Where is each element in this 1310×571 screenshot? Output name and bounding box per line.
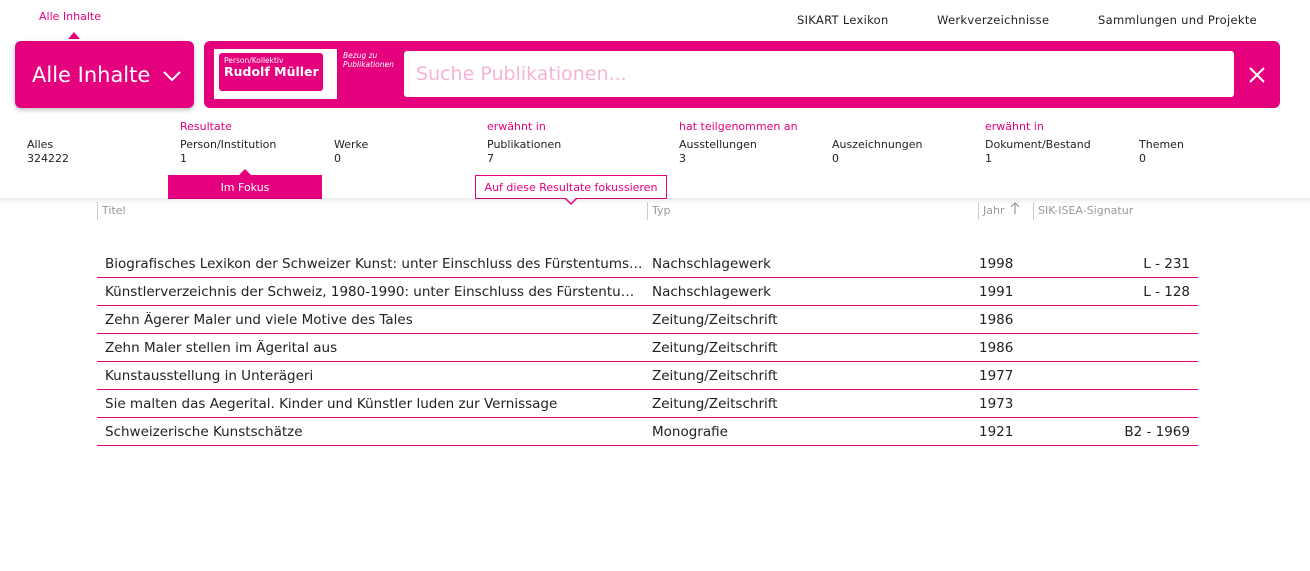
row-title: Biografisches Lexikon der Schweizer Kuns…	[105, 256, 645, 272]
bezug-label: Bezug zu Publikationen	[343, 51, 394, 69]
im-fokus-label: Im Fokus	[220, 180, 270, 194]
scope-dropdown-button[interactable]: Alle Inhalte	[15, 41, 194, 108]
tab-indicator	[68, 32, 80, 39]
focus-results-label: Auf diese Resultate fokussieren	[484, 180, 658, 194]
row-type: Nachschlagewerk	[652, 256, 771, 272]
filter-chip-person[interactable]: Person/Kollektiv Rudolf Müller	[219, 53, 323, 91]
search-input[interactable]	[404, 51, 1234, 97]
row-signature: B2 - 1969	[1124, 424, 1190, 440]
category-name: Person/Institution	[180, 138, 277, 151]
row-type: Monografie	[652, 424, 728, 440]
table-row[interactable]: Sie malten das Aegerital. Kinder und Kün…	[97, 390, 1198, 418]
row-title: Sie malten das Aegerital. Kinder und Kün…	[105, 396, 558, 412]
category-themen[interactable]: Themen 0	[1139, 119, 1184, 166]
close-icon[interactable]	[1247, 65, 1267, 85]
row-title: Künstlerverzeichnis der Schweiz, 1980-19…	[105, 284, 645, 300]
column-header-signature[interactable]: SIK-ISEA-Signatur	[1033, 202, 1198, 220]
tab-alle-inhalte[interactable]: Alle Inhalte	[39, 10, 101, 39]
table-row[interactable]: Biografisches Lexikon der Schweizer Kuns…	[97, 250, 1198, 278]
category-relation	[334, 119, 368, 135]
category-alles[interactable]: Alles 324222	[27, 119, 69, 166]
category-werke[interactable]: Werke 0	[334, 119, 368, 166]
row-title: Kunstausstellung in Unterägeri	[105, 368, 314, 384]
row-signature: L - 128	[1143, 284, 1190, 300]
row-title: Zehn Maler stellen im Ägerital aus	[105, 340, 338, 356]
category-name: Auszeichnungen	[832, 138, 923, 151]
row-year: 1986	[979, 340, 1014, 356]
category-auszeichnungen[interactable]: Auszeichnungen 0	[832, 119, 922, 166]
category-count: 3	[679, 152, 686, 165]
chevron-down-icon	[162, 63, 182, 87]
category-relation: erwähnt in	[985, 120, 1044, 133]
tab-label: Alle Inhalte	[39, 10, 101, 23]
category-relation: hat teilgenommen an	[679, 120, 798, 133]
row-year: 1973	[979, 396, 1014, 412]
table-row[interactable]: Kunstausstellung in Unterägeri Zeitung/Z…	[97, 362, 1198, 390]
nav-werkverzeichnisse[interactable]: Werkverzeichnisse	[937, 13, 1049, 27]
search-bar: Person/Kollektiv Rudolf Müller Bezug zu …	[204, 41, 1280, 108]
category-ausstellungen[interactable]: hat teilgenommen an Ausstellungen 3	[679, 119, 798, 166]
row-type: Zeitung/Zeitschrift	[652, 396, 778, 412]
category-publikationen[interactable]: erwähnt in Publikationen 7	[487, 119, 561, 166]
category-relation	[1139, 119, 1184, 135]
row-year: 1977	[979, 368, 1014, 384]
im-fokus-tab[interactable]: Im Fokus	[168, 169, 322, 199]
focus-results-button[interactable]: Auf diese Resultate fokussieren	[475, 175, 667, 205]
scope-label: Alle Inhalte	[32, 62, 151, 87]
row-year: 1921	[979, 424, 1014, 440]
row-year: 1986	[979, 312, 1014, 328]
table-row[interactable]: Zehn Maler stellen im Ägerital aus Zeitu…	[97, 334, 1198, 362]
row-year: 1998	[979, 256, 1014, 272]
category-count: 324222	[27, 152, 69, 165]
row-year: 1991	[979, 284, 1014, 300]
table-row[interactable]: Zehn Ägerer Maler und viele Motive des T…	[97, 306, 1198, 334]
row-type: Nachschlagewerk	[652, 284, 771, 300]
row-type: Zeitung/Zeitschrift	[652, 368, 778, 384]
table-row[interactable]: Künstlerverzeichnis der Schweiz, 1980-19…	[97, 278, 1198, 306]
filter-chip-name: Rudolf Müller	[224, 64, 319, 79]
focus-tab-indicator	[239, 169, 251, 175]
filter-chip-container: Person/Kollektiv Rudolf Müller	[214, 49, 337, 99]
nav-sammlungen-und-projekte[interactable]: Sammlungen und Projekte	[1098, 13, 1257, 27]
nav-sikart-lexikon[interactable]: SIKART Lexikon	[797, 13, 889, 27]
category-relation	[832, 119, 922, 135]
row-signature: L - 231	[1143, 256, 1190, 272]
row-type: Zeitung/Zeitschrift	[652, 312, 778, 328]
category-count: 0	[1139, 152, 1146, 165]
row-type: Zeitung/Zeitschrift	[652, 340, 778, 356]
category-dokument-bestand[interactable]: erwähnt in Dokument/Bestand 1	[985, 119, 1091, 166]
category-name: Publikationen	[487, 138, 562, 151]
row-title: Zehn Ägerer Maler und viele Motive des T…	[105, 312, 413, 328]
category-relation	[27, 119, 69, 135]
column-header-title-label: Titel	[102, 204, 126, 217]
category-name: Themen	[1139, 138, 1184, 151]
category-person-institution[interactable]: Resultate Person/Institution 1	[180, 119, 276, 166]
column-header-title[interactable]: Titel	[97, 202, 648, 220]
table-row[interactable]: Schweizerische Kunstschätze Monografie 1…	[97, 418, 1198, 446]
category-relation: Resultate	[180, 120, 232, 133]
column-header-year-label: Jahr	[983, 204, 1005, 217]
sort-ascending-icon	[1010, 202, 1020, 220]
category-name: Alles	[27, 138, 54, 151]
category-count: 0	[832, 152, 839, 165]
column-header-year[interactable]: Jahr	[978, 202, 1033, 220]
column-header-type-label: Typ	[652, 204, 671, 217]
results-table: Biografisches Lexikon der Schweizer Kuns…	[97, 250, 1198, 446]
category-name: Dokument/Bestand	[985, 138, 1091, 151]
row-title: Schweizerische Kunstschätze	[105, 424, 303, 440]
category-count: 0	[334, 152, 341, 165]
category-name: Werke	[334, 138, 369, 151]
category-count: 1	[180, 152, 187, 165]
category-count: 7	[487, 152, 494, 165]
category-relation: erwähnt in	[487, 120, 546, 133]
column-header-signature-label: SIK-ISEA-Signatur	[1038, 204, 1134, 217]
category-name: Ausstellungen	[679, 138, 757, 151]
category-count: 1	[985, 152, 992, 165]
column-header-type[interactable]: Typ	[647, 202, 978, 220]
